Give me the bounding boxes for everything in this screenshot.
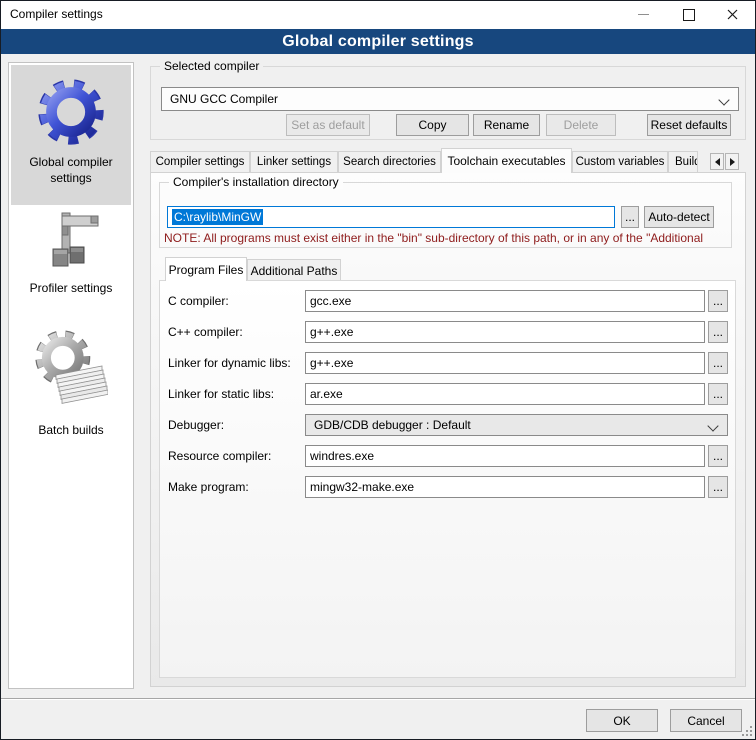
dialog-banner: Global compiler settings xyxy=(0,29,756,54)
c-compiler-label: C compiler: xyxy=(168,290,229,312)
banner-title: Global compiler settings xyxy=(282,33,474,51)
sidebar-item-batch-builds[interactable]: Batch builds xyxy=(11,325,131,445)
sidebar-item-global-compiler-settings[interactable]: Global compiler settings xyxy=(11,65,131,205)
tab-linker-settings[interactable]: Linker settings xyxy=(250,151,338,172)
batch-builds-icon xyxy=(34,329,108,405)
cancel-button[interactable]: Cancel xyxy=(670,709,742,732)
installation-directory-value: C:\raylib\MinGW xyxy=(172,209,263,225)
chevron-down-icon xyxy=(718,94,729,105)
sidebar-item-label: Global compiler settings xyxy=(11,154,131,186)
rename-button[interactable]: Rename xyxy=(473,114,540,136)
cpp-compiler-label: C++ compiler: xyxy=(168,321,243,343)
title-bar: Compiler settings xyxy=(0,0,756,29)
cpp-compiler-input[interactable]: g++.exe xyxy=(305,321,705,343)
selected-compiler-group-label: Selected compiler xyxy=(160,59,263,73)
close-icon xyxy=(727,9,738,20)
footer-divider xyxy=(1,698,755,700)
make-program-value: mingw32-make.exe xyxy=(310,480,414,494)
installation-directory-input[interactable]: C:\raylib\MinGW xyxy=(167,206,615,228)
linker-static-browse-button[interactable]: ... xyxy=(708,383,728,405)
debugger-select[interactable]: GDB/CDB debugger : Default xyxy=(305,414,728,436)
linker-dynamic-browse-button[interactable]: ... xyxy=(708,352,728,374)
tab-scroll-left-button[interactable] xyxy=(710,153,724,170)
selected-compiler-group: Selected compiler GNU GCC Compiler Set a… xyxy=(150,66,746,140)
sidebar-item-label: Batch builds xyxy=(11,422,131,438)
tab-scroll-right-button[interactable] xyxy=(725,153,739,170)
resource-compiler-input[interactable]: windres.exe xyxy=(305,445,705,467)
chevron-down-icon xyxy=(707,420,718,431)
installation-directory-browse-button[interactable]: ... xyxy=(621,206,639,228)
tab-compiler-settings[interactable]: Compiler settings xyxy=(150,151,250,172)
close-button[interactable] xyxy=(710,1,755,28)
program-files-panel: C compiler: gcc.exe ... C++ compiler: g+… xyxy=(159,280,736,678)
installation-directory-group-label: Compiler's installation directory xyxy=(169,175,343,189)
maximize-button[interactable] xyxy=(666,1,711,28)
gear-icon xyxy=(32,73,110,151)
caliper-icon xyxy=(41,211,101,269)
tab-toolchain-executables[interactable]: Toolchain executables xyxy=(441,148,572,173)
sidebar-item-profiler-settings[interactable]: Profiler settings xyxy=(11,209,131,321)
make-program-browse-button[interactable]: ... xyxy=(708,476,728,498)
debugger-value: GDB/CDB debugger : Default xyxy=(314,418,471,432)
tab-search-directories[interactable]: Search directories xyxy=(338,151,441,172)
subtab-additional-paths[interactable]: Additional Paths xyxy=(247,259,341,281)
maximize-icon xyxy=(683,9,695,21)
c-compiler-input[interactable]: gcc.exe xyxy=(305,290,705,312)
installation-note: NOTE: All programs must exist either in … xyxy=(164,231,740,245)
tab-build-options-clipped[interactable]: Build xyxy=(668,151,698,172)
resource-compiler-label: Resource compiler: xyxy=(168,445,271,467)
auto-detect-button[interactable]: Auto-detect xyxy=(644,206,714,228)
sidebar-item-label: Profiler settings xyxy=(11,280,131,296)
set-as-default-button[interactable]: Set as default xyxy=(286,114,370,136)
window-title: Compiler settings xyxy=(10,7,103,21)
resize-grip[interactable] xyxy=(742,726,752,736)
linker-dynamic-label: Linker for dynamic libs: xyxy=(168,352,291,374)
arrow-right-icon xyxy=(730,158,735,166)
copy-button[interactable]: Copy xyxy=(396,114,469,136)
linker-dynamic-input[interactable]: g++.exe xyxy=(305,352,705,374)
settings-sidebar: Global compiler settings Profiler settin… xyxy=(8,62,134,689)
linker-static-label: Linker for static libs: xyxy=(168,383,274,405)
linker-static-value: ar.exe xyxy=(310,387,343,401)
minimize-button[interactable] xyxy=(621,1,666,28)
compiler-select-value: GNU GCC Compiler xyxy=(170,92,278,106)
toolchain-executables-page: Compiler's installation directory C:\ray… xyxy=(150,172,746,687)
subtab-program-files[interactable]: Program Files xyxy=(165,257,247,281)
c-compiler-value: gcc.exe xyxy=(310,294,351,308)
c-compiler-browse-button[interactable]: ... xyxy=(708,290,728,312)
delete-button[interactable]: Delete xyxy=(546,114,616,136)
linker-static-input[interactable]: ar.exe xyxy=(305,383,705,405)
linker-dynamic-value: g++.exe xyxy=(310,356,353,370)
debugger-label: Debugger: xyxy=(168,414,224,436)
reset-defaults-button[interactable]: Reset defaults xyxy=(647,114,731,136)
ok-button[interactable]: OK xyxy=(586,709,658,732)
compiler-select[interactable]: GNU GCC Compiler xyxy=(161,87,739,111)
tab-custom-variables[interactable]: Custom variables xyxy=(572,151,668,172)
cpp-compiler-value: g++.exe xyxy=(310,325,353,339)
arrow-left-icon xyxy=(715,158,720,166)
cpp-compiler-browse-button[interactable]: ... xyxy=(708,321,728,343)
make-program-input[interactable]: mingw32-make.exe xyxy=(305,476,705,498)
make-program-label: Make program: xyxy=(168,476,249,498)
resource-compiler-browse-button[interactable]: ... xyxy=(708,445,728,467)
resource-compiler-value: windres.exe xyxy=(310,449,374,463)
minimize-icon xyxy=(638,14,649,15)
